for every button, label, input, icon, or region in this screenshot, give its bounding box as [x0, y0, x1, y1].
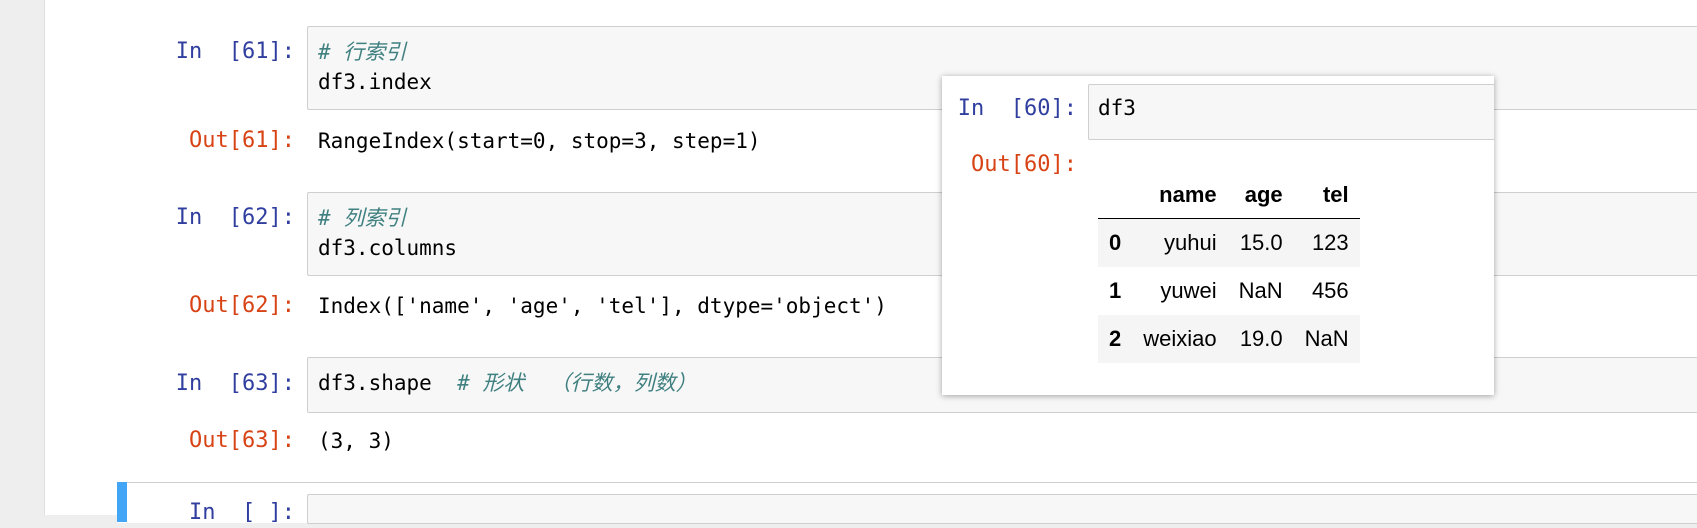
- output-text: RangeIndex(start=0, stop=3, step=1): [318, 129, 761, 153]
- column-header: age: [1227, 172, 1294, 219]
- table-row: 0 yuhui 15.0 123: [1098, 218, 1360, 267]
- out-prompt: Out[60]:: [971, 152, 1077, 177]
- row-index: 1: [1109, 278, 1122, 303]
- code-input-empty[interactable]: [307, 494, 1697, 524]
- column-header: name: [1132, 172, 1228, 219]
- in-prompt: In [63]:: [175, 371, 295, 396]
- table-cell: NaN: [1304, 326, 1349, 351]
- code-comment: # 行索引: [318, 40, 407, 64]
- row-index: 2: [1109, 326, 1122, 351]
- table-cell: 19.0: [1239, 326, 1283, 351]
- table-cell: NaN: [1238, 278, 1283, 303]
- table-cell: 456: [1311, 278, 1349, 303]
- out-prompt: Out[62]:: [189, 293, 295, 318]
- table-header-row: name age tel: [1098, 172, 1360, 219]
- table-cell: 15.0: [1239, 230, 1283, 255]
- in-prompt: In [ ]:: [189, 500, 295, 525]
- out-prompt: Out[61]:: [189, 128, 295, 153]
- code-comment: # 形状 （行数，列数）: [457, 371, 697, 395]
- in-prompt: In [62]:: [175, 205, 295, 230]
- table-cell: yuhui: [1164, 230, 1217, 255]
- table-row: 2 weixiao 19.0 NaN: [1098, 315, 1360, 363]
- cell-preview-popup: In [60]: df3 Out[60]: name age tel 0 yuh…: [942, 76, 1494, 395]
- code-text: df3: [1098, 96, 1136, 120]
- output-text: (3, 3): [318, 429, 394, 453]
- out-prompt: Out[63]:: [189, 428, 295, 453]
- table-cell: yuwei: [1160, 278, 1217, 303]
- in-prompt: In [61]:: [175, 39, 295, 64]
- in-prompt: In [60]:: [957, 96, 1077, 121]
- index-header: [1098, 172, 1133, 219]
- row-index: 0: [1109, 230, 1122, 255]
- table-cell: 123: [1311, 230, 1349, 255]
- column-header: tel: [1293, 172, 1360, 219]
- code-input[interactable]: df3: [1088, 84, 1494, 140]
- output-text: Index(['name', 'age', 'tel'], dtype='obj…: [318, 294, 887, 318]
- code-text: df3.shape: [318, 371, 458, 395]
- table-row: 1 yuwei NaN 456: [1098, 267, 1360, 315]
- table-cell: weixiao: [1143, 326, 1217, 351]
- dataframe-table: name age tel 0 yuhui 15.0 123 1 yuwei Na…: [1098, 172, 1360, 363]
